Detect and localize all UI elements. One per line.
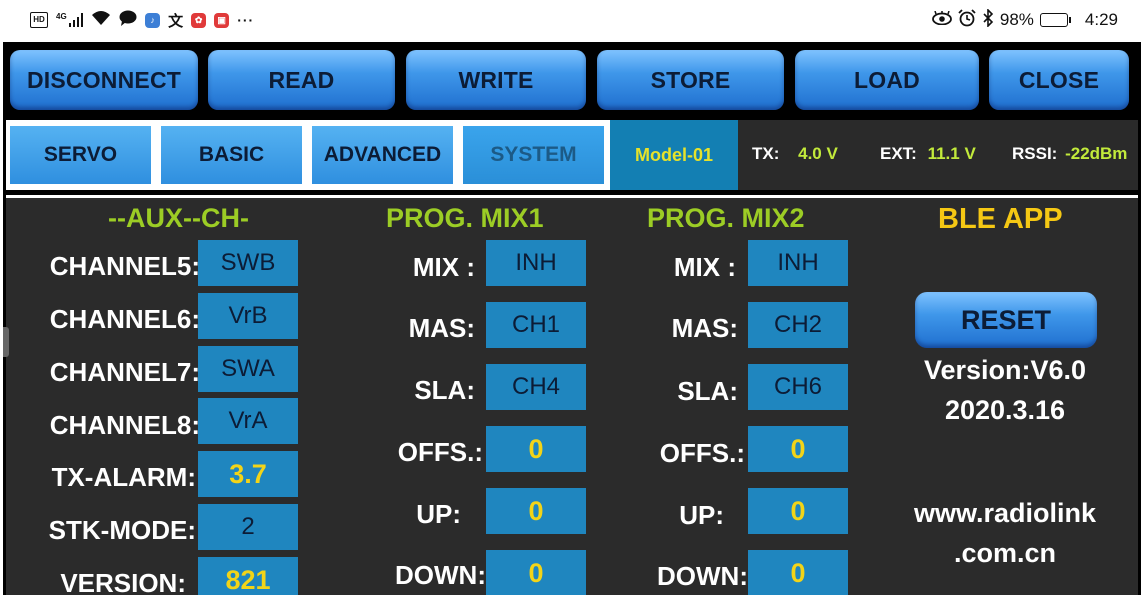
aux-label: CHANNEL7: bbox=[49, 357, 200, 387]
mix1-offset-value[interactable]: 0 bbox=[486, 426, 586, 472]
close-button[interactable]: CLOSE bbox=[989, 50, 1129, 110]
mix1-label: SLA: bbox=[414, 375, 475, 405]
system-settings-panel: --AUX--CH- CHANNEL5: SWB CHANNEL6: VrB C… bbox=[6, 195, 1138, 595]
mix1-section-title: PROG. MIX1 bbox=[386, 203, 544, 233]
write-button[interactable]: WRITE bbox=[406, 50, 586, 110]
channel8-value[interactable]: VrA bbox=[198, 398, 298, 444]
translate-icon: 文 bbox=[168, 12, 184, 30]
reset-button[interactable]: RESET bbox=[915, 292, 1097, 348]
mix2-label: UP: bbox=[679, 500, 724, 530]
stick-mode-value[interactable]: 2 bbox=[198, 504, 298, 550]
tab-system[interactable]: SYSTEM bbox=[463, 126, 604, 184]
message-icon bbox=[119, 10, 137, 31]
mix1-label: OFFS.: bbox=[397, 437, 483, 467]
rssi: RSSI: -22dBm bbox=[1012, 144, 1127, 164]
signal-strength-icon bbox=[68, 13, 84, 27]
tab-bar: SERVO BASIC ADVANCED SYSTEM Model-01 TX:… bbox=[6, 120, 1138, 190]
mix2-label: MIX : bbox=[673, 252, 736, 282]
app-window: DISCONNECT READ WRITE STORE LOAD CLOSE S… bbox=[3, 42, 1141, 595]
mix2-label: SLA: bbox=[677, 376, 738, 406]
tx-value: 4.0 V bbox=[798, 144, 838, 163]
mix1-label: MAS: bbox=[408, 313, 475, 343]
load-button[interactable]: LOAD bbox=[795, 50, 979, 110]
battery-icon bbox=[1039, 13, 1071, 27]
rssi-value: -22dBm bbox=[1065, 144, 1128, 163]
status-right-icons: 98% 4:29 bbox=[931, 7, 1118, 32]
hd-voice-icon: HD bbox=[30, 12, 48, 28]
channel6-value[interactable]: VrB bbox=[198, 293, 298, 339]
status-left-icons: HD 4G ♪ 文 ✿ ▣ ··· bbox=[30, 10, 254, 30]
aux-label: TX-ALARM: bbox=[51, 462, 196, 492]
website-line-2[interactable]: .com.cn bbox=[895, 538, 1115, 569]
aux-label: CHANNEL6: bbox=[49, 304, 200, 334]
model-name: Model-01 bbox=[610, 120, 738, 190]
huawei-app-icon: ✿ bbox=[191, 12, 207, 28]
alarm-icon bbox=[958, 8, 976, 32]
telemetry-strip: Model-01 TX: 4.0 V EXT: 11.1 V RSSI: -22… bbox=[610, 120, 1138, 190]
version-line-1: Version:V6.0 bbox=[923, 355, 1087, 385]
channel7-value[interactable]: SWA bbox=[198, 346, 298, 392]
version-value: 821 bbox=[198, 557, 298, 595]
aux-label: CHANNEL8: bbox=[49, 410, 200, 440]
tab-advanced[interactable]: ADVANCED bbox=[312, 126, 453, 184]
version-line-2: 2020.3.16 bbox=[944, 395, 1066, 425]
battery-percent: 98% bbox=[999, 10, 1034, 29]
mix2-master-value[interactable]: CH2 bbox=[748, 302, 848, 348]
mix2-mix-value[interactable]: INH bbox=[748, 240, 848, 286]
mix2-label: OFFS.: bbox=[659, 438, 745, 468]
huawei-store-icon: ▣ bbox=[214, 12, 230, 28]
network-type-label: 4G bbox=[56, 11, 67, 21]
aux-section-title: --AUX--CH- bbox=[108, 203, 249, 233]
mix2-down-value[interactable]: 0 bbox=[748, 550, 848, 595]
mix1-slave-value[interactable]: CH4 bbox=[486, 364, 586, 410]
mix1-label: DOWN: bbox=[395, 560, 486, 590]
tx-alarm-value[interactable]: 3.7 bbox=[198, 451, 298, 497]
side-edge-handle[interactable] bbox=[3, 327, 9, 357]
bluetooth-icon bbox=[982, 7, 994, 32]
mix1-master-value[interactable]: CH1 bbox=[486, 302, 586, 348]
eye-comfort-icon bbox=[931, 10, 952, 30]
mix1-label: MIX : bbox=[412, 252, 475, 282]
mix2-up-value[interactable]: 0 bbox=[748, 488, 848, 534]
tx-label: TX: bbox=[752, 144, 780, 163]
read-button[interactable]: READ bbox=[208, 50, 395, 110]
mix1-down-value[interactable]: 0 bbox=[486, 550, 586, 595]
music-app-icon: ♪ bbox=[145, 12, 161, 28]
ble-app-title: BLE APP bbox=[938, 203, 1063, 235]
more-notifications-icon: ··· bbox=[237, 12, 255, 28]
website-line-1[interactable]: www.radiolink bbox=[895, 498, 1115, 529]
wifi-icon bbox=[91, 10, 111, 31]
mix2-section-title: PROG. MIX2 bbox=[647, 203, 805, 233]
aux-label: VERSION: bbox=[60, 568, 186, 595]
system-status-bar: HD 4G ♪ 文 ✿ ▣ ··· 98% 4:29 bbox=[0, 0, 1144, 40]
mix2-slave-value[interactable]: CH6 bbox=[748, 364, 848, 410]
store-button[interactable]: STORE bbox=[597, 50, 784, 110]
tx-voltage: TX: 4.0 V bbox=[752, 144, 838, 164]
ext-voltage: EXT: 11.1 V bbox=[880, 144, 976, 164]
top-toolbar: DISCONNECT READ WRITE STORE LOAD CLOSE bbox=[3, 42, 1141, 118]
channel5-value[interactable]: SWB bbox=[198, 240, 298, 286]
mix1-mix-value[interactable]: INH bbox=[486, 240, 586, 286]
mix2-offset-value[interactable]: 0 bbox=[748, 426, 848, 472]
aux-label: STK-MODE: bbox=[48, 515, 196, 545]
ext-label: EXT: bbox=[880, 144, 917, 163]
mix2-label: MAS: bbox=[671, 313, 738, 343]
mix1-label: UP: bbox=[416, 499, 461, 529]
mix1-up-value[interactable]: 0 bbox=[486, 488, 586, 534]
tab-basic[interactable]: BASIC bbox=[161, 126, 302, 184]
aux-label: CHANNEL5: bbox=[49, 251, 200, 281]
disconnect-button[interactable]: DISCONNECT bbox=[10, 50, 198, 110]
mix2-label: DOWN: bbox=[657, 561, 748, 591]
ext-value: 11.1 V bbox=[927, 144, 976, 163]
rssi-label: RSSI: bbox=[1012, 144, 1058, 163]
tab-servo[interactable]: SERVO bbox=[10, 126, 151, 184]
clock-time: 4:29 bbox=[1084, 10, 1118, 29]
